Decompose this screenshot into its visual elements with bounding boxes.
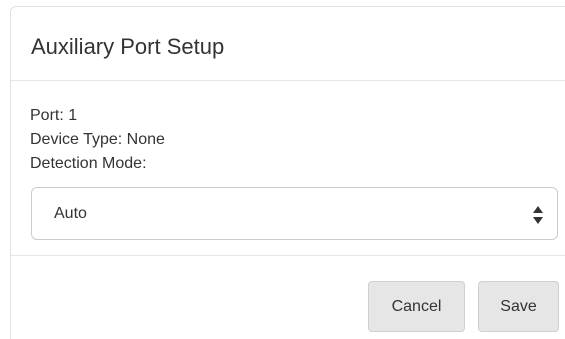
dialog-header: Auxiliary Port Setup [11,7,565,81]
detection-mode-select[interactable]: Auto [31,187,558,240]
up-down-arrows-icon [532,204,544,226]
dialog-body: Port: 1 Device Type: None Detection Mode… [11,81,565,256]
detection-mode-label: Detection Mode: [30,155,147,172]
save-button[interactable]: Save [478,281,559,332]
detection-mode-value: Auto [54,205,87,222]
port-info: Port: 1 [30,107,78,124]
cancel-button[interactable]: Cancel [368,281,465,332]
dialog-title: Auxiliary Port Setup [31,34,225,59]
auxiliary-port-setup-dialog: Auxiliary Port Setup Port: 1 Device Type… [10,6,565,339]
dialog-footer: Cancel Save [11,256,565,339]
device-type-info: Device Type: None [30,131,165,148]
